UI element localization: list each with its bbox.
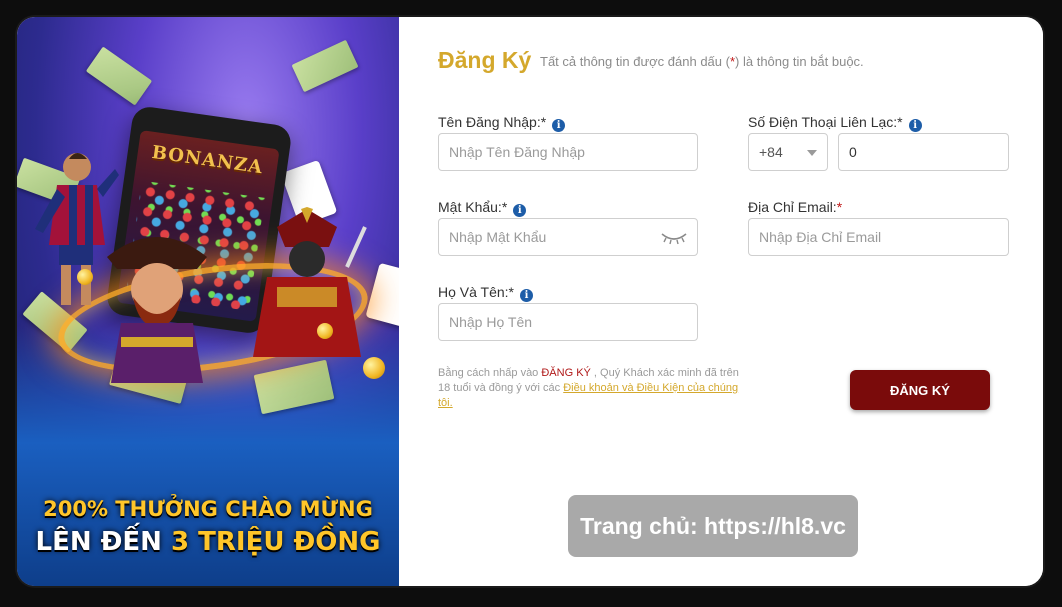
email-label-text: Địa Chỉ Email: [748, 199, 837, 215]
gold-coin-graphic [363, 357, 385, 379]
email-input[interactable] [749, 219, 1008, 255]
promo-subheadline: LÊN ĐẾN 3 TRIỆU ĐỒNG [17, 527, 399, 557]
promo-headline: 200% THƯỞNG CHÀO MỪNG [17, 497, 399, 521]
phone-field-wrapper [838, 133, 1009, 171]
playing-card-graphic [365, 262, 399, 328]
phone-input[interactable] [839, 134, 1008, 170]
password-label: Mật Khẩu:* i [438, 199, 527, 217]
promo-amount: 3 TRIỆU ĐỒNG [171, 527, 381, 557]
country-code-value: +84 [759, 144, 783, 160]
password-field-wrapper [438, 218, 698, 256]
email-field-wrapper [748, 218, 1009, 256]
phone-label: Số Điện Thoại Liên Lạc:* i [748, 114, 922, 132]
homepage-watermark: Trang chủ: https://hl8.vc [568, 495, 858, 557]
promo-subheadline-prefix: LÊN ĐẾN [35, 527, 171, 557]
eye-hidden-icon[interactable] [661, 231, 687, 245]
subtitle-text-end: ) là thông tin bắt buộc. [735, 54, 864, 69]
promo-headline-text: 200% THƯỞNG CHÀO MỪNG [43, 497, 373, 521]
gold-coin-graphic [77, 269, 93, 285]
username-input[interactable] [439, 134, 697, 170]
fullname-input[interactable] [439, 304, 697, 340]
registration-dialog: BONANZA 200% THƯỞNG CHÀO MỪNG LÊN ĐẾN 3 … [17, 17, 1043, 586]
info-icon[interactable]: i [513, 204, 527, 217]
chevron-down-icon [807, 150, 817, 156]
email-required-mark: * [836, 199, 843, 215]
username-field-wrapper [438, 133, 698, 171]
password-input[interactable] [439, 219, 697, 255]
subtitle-text-start: Tất cả thông tin được đánh dấu ( [540, 54, 730, 69]
form-subtitle: Tất cả thông tin được đánh dấu (*) là th… [540, 54, 864, 69]
info-icon[interactable]: i [552, 119, 566, 132]
terms-register-word: ĐĂNG KÝ [541, 367, 591, 379]
registration-form: Đăng Ký Tất cả thông tin được đánh dấu (… [399, 17, 1043, 586]
slot-game-title: BONANZA [150, 141, 265, 179]
phone-label-text: Số Điện Thoại Liên Lạc:* [748, 114, 903, 130]
fullname-label-text: Họ Và Tên:* [438, 284, 515, 300]
password-label-text: Mật Khẩu:* [438, 199, 508, 215]
info-icon[interactable]: i [908, 119, 922, 132]
pirate-illustration [107, 237, 207, 383]
fullname-field-wrapper [438, 303, 698, 341]
terms-text-start: Bằng cách nhấp vào [438, 367, 542, 379]
fullname-label: Họ Và Tên:* i [438, 284, 534, 302]
email-label: Địa Chỉ Email:* [748, 199, 842, 215]
username-label-text: Tên Đăng Nhập:* [438, 114, 547, 130]
gold-coin-graphic [317, 323, 333, 339]
register-button[interactable]: ĐĂNG KÝ [850, 370, 990, 410]
terms-notice: Bằng cách nhấp vào ĐĂNG KÝ , Quý Khách x… [438, 366, 743, 411]
promo-banner: BONANZA 200% THƯỞNG CHÀO MỪNG LÊN ĐẾN 3 … [17, 17, 399, 586]
money-bill-graphic [291, 39, 359, 93]
username-label: Tên Đăng Nhập:* i [438, 114, 566, 132]
money-bill-graphic [85, 46, 153, 106]
country-code-select[interactable]: +84 [748, 133, 828, 171]
info-icon[interactable]: i [520, 289, 534, 302]
form-title: Đăng Ký [438, 47, 532, 73]
samurai-illustration [253, 207, 367, 357]
